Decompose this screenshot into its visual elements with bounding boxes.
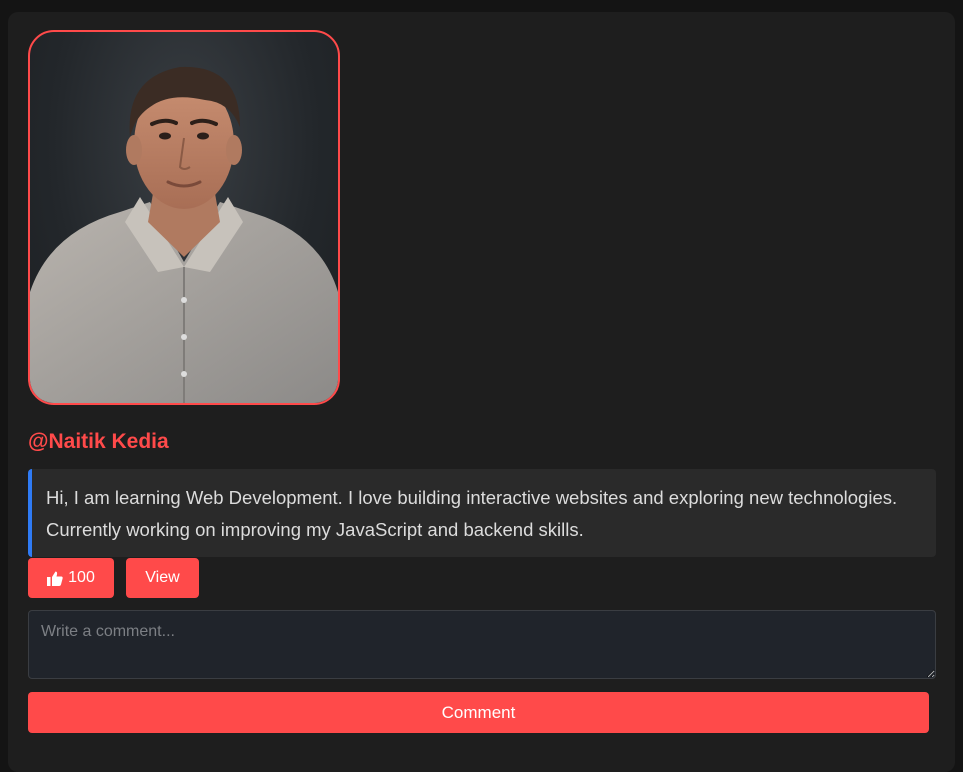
profile-card: @Naitik Kedia Hi, I am learning Web Deve… — [8, 12, 955, 772]
bio-text: Hi, I am learning Web Development. I lov… — [46, 487, 898, 540]
comment-submit-button[interactable]: Comment — [28, 692, 929, 733]
username: @Naitik Kedia — [28, 430, 169, 453]
bio-quote: Hi, I am learning Web Development. I lov… — [28, 469, 936, 557]
thumbs-up-icon — [47, 571, 63, 586]
avatar-portrait-image — [30, 66, 338, 403]
comment-input[interactable] — [28, 610, 936, 679]
like-count: 100 — [68, 569, 95, 586]
view-button[interactable]: View — [126, 558, 199, 598]
like-button[interactable]: 100 — [28, 558, 114, 598]
avatar — [28, 30, 340, 405]
